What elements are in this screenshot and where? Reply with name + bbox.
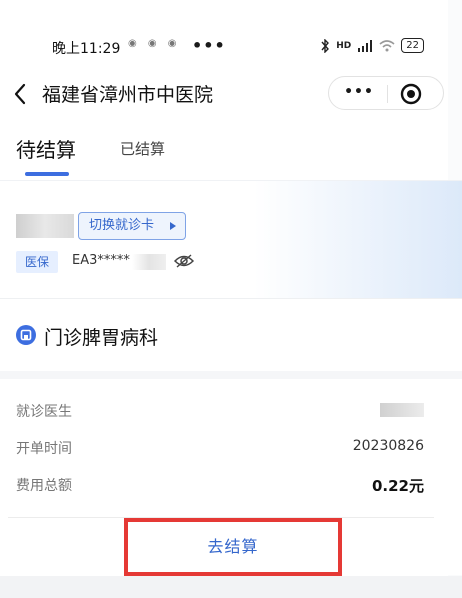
wifi-icon <box>379 39 395 51</box>
tab-settled[interactable]: 已结算 <box>120 138 165 159</box>
page-title: 福建省漳州市中医院 <box>42 84 214 106</box>
card-number: EA3***** <box>72 253 130 268</box>
doctor-name-redacted <box>380 403 424 417</box>
doctor-row: 就诊医生 <box>16 397 424 425</box>
patient-name-redacted <box>16 214 74 238</box>
back-icon[interactable] <box>10 80 32 108</box>
order-time-value: 20230826 <box>352 438 424 454</box>
total-row: 费用总额 0.22元 <box>16 471 424 499</box>
bluetooth-icon <box>321 38 330 53</box>
notification-icons: ◉ ◉ ◉ <box>128 38 181 49</box>
settle-button[interactable]: 去结算 <box>124 518 342 576</box>
patient-card: 切换就诊卡 医保 EA3***** <box>0 180 462 299</box>
capsule-divider <box>387 85 388 103</box>
status-more: ••• <box>192 36 226 55</box>
tab-bar: 待结算 已结算 <box>0 126 462 178</box>
more-menu-button[interactable]: ••• <box>343 81 375 105</box>
doctor-label: 就诊医生 <box>16 404 72 420</box>
status-time: 晚上11:29 <box>52 41 121 57</box>
status-bar: 晚上11:29 ◉ ◉ ◉ ••• HD 22 <box>0 0 462 72</box>
department-icon <box>16 325 36 345</box>
insurance-badge: 医保 <box>16 251 58 273</box>
network-label: HD <box>336 40 352 51</box>
battery-icon: 22 <box>401 38 424 53</box>
switch-card-button[interactable]: 切换就诊卡 <box>78 212 186 240</box>
miniprogram-capsule: ••• <box>328 76 444 110</box>
card-number-redacted <box>132 254 166 270</box>
department-name: 门诊脾胃病科 <box>44 327 159 349</box>
switch-card-label: 切换就诊卡 <box>89 218 155 233</box>
order-time-label: 开单时间 <box>16 441 72 457</box>
tab-active-indicator <box>25 172 69 176</box>
total-value: 0.22元 <box>371 477 424 495</box>
close-miniprogram-icon[interactable] <box>399 82 423 106</box>
signal-icon <box>358 39 373 52</box>
eye-icon[interactable] <box>174 253 194 269</box>
department-header: 门诊脾胃病科 <box>0 299 462 371</box>
status-right: HD 22 <box>320 38 424 53</box>
nav-bar: 福建省漳州市中医院 ••• <box>0 72 462 116</box>
total-label: 费用总额 <box>16 478 72 494</box>
section-gap <box>0 371 462 379</box>
order-time-row: 开单时间 20230826 <box>16 434 424 462</box>
triangle-right-icon <box>170 222 176 230</box>
tab-pending[interactable]: 待结算 <box>16 134 76 163</box>
bottom-band <box>0 576 462 598</box>
